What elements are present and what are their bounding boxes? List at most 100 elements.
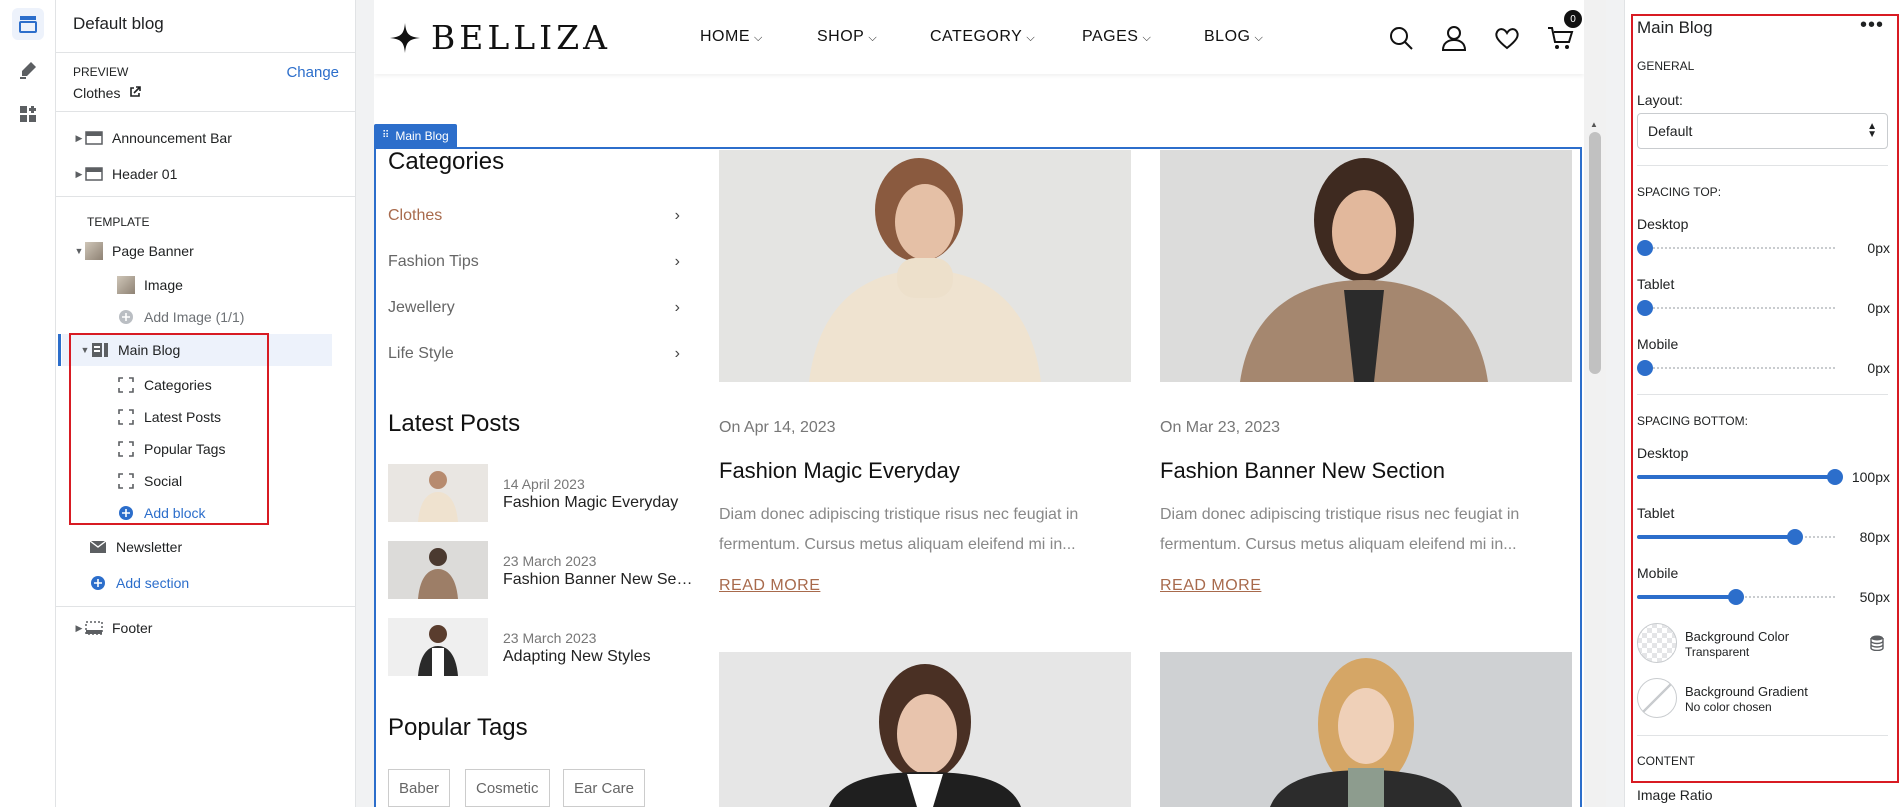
latest-post-item[interactable]: 14 April 2023 Fashion Magic Everyday xyxy=(388,464,688,522)
latest-post-date: 23 March 2023 xyxy=(503,553,597,569)
latest-post-title: Fashion Magic Everyday xyxy=(503,494,679,511)
preview-value[interactable]: Clothes xyxy=(73,85,142,101)
add-section-label: Add section xyxy=(116,575,190,591)
post-title[interactable]: Fashion Magic Everyday xyxy=(719,458,960,484)
tag-chip[interactable]: Baber xyxy=(388,769,451,807)
section-newsletter[interactable]: Newsletter xyxy=(56,531,356,563)
post-image[interactable] xyxy=(1160,150,1572,382)
chevron-down-icon: ⌵ xyxy=(868,32,878,44)
wishlist-heart-icon[interactable] xyxy=(1493,24,1521,52)
preview-canvas: BELLIZA HOME ⌵ SHOP ⌵ CATEGORY ⌵ PAGES ⌵ BLO… xyxy=(356,0,1624,807)
section-icon xyxy=(84,164,104,184)
expand-caret-icon[interactable]: ▶ xyxy=(74,623,84,634)
left-rail xyxy=(0,0,56,807)
block-image[interactable]: Image xyxy=(56,269,356,301)
settings-panel: Main Blog ••• GENERAL Layout: Default ▲ ▼ … xyxy=(1624,0,1904,807)
search-icon[interactable] xyxy=(1387,24,1415,52)
section-page-banner[interactable]: ▼ Page Banner xyxy=(56,235,356,267)
store-logo[interactable]: BELLIZA xyxy=(389,18,611,57)
latest-post-item[interactable]: 23 March 2023 Adapting New Styles xyxy=(388,618,688,676)
scroll-thumb[interactable] xyxy=(1589,132,1601,374)
section-icon xyxy=(84,128,104,148)
template-group-label: TEMPLATE xyxy=(87,215,150,229)
category-link[interactable]: Life Style › xyxy=(388,339,688,369)
chevron-right-icon: › xyxy=(674,253,680,270)
nav-shop[interactable]: SHOP ⌵ xyxy=(817,28,877,46)
sparkle-logo-icon xyxy=(390,22,420,53)
post-title[interactable]: Fashion Banner New Section xyxy=(1160,458,1445,484)
expand-caret-icon[interactable]: ▶ xyxy=(74,169,84,180)
section-announcement-bar[interactable]: ▶ Announcement Bar xyxy=(56,122,356,154)
preview-scrollbar[interactable]: ▲ xyxy=(1584,0,1606,807)
post-date: On Apr 14, 2023 xyxy=(719,419,836,436)
drag-handle-icon: ⠿ xyxy=(382,130,390,141)
add-section-button[interactable]: Add section xyxy=(56,567,356,599)
chevron-down-icon: ⌵ xyxy=(1142,32,1152,44)
read-more-link[interactable]: READ MORE xyxy=(1160,577,1261,595)
template-title: Default blog xyxy=(73,14,164,33)
chevron-down-icon: ⌵ xyxy=(1254,32,1264,44)
post-image[interactable] xyxy=(719,652,1131,807)
section-header-01[interactable]: ▶ Header 01 xyxy=(56,158,356,190)
highlight-box xyxy=(69,333,269,525)
external-link-icon xyxy=(130,86,142,97)
add-image-button[interactable]: Add Image (1/1) xyxy=(56,301,356,333)
nav-blog[interactable]: BLOG ⌵ xyxy=(1204,28,1263,46)
nav-category[interactable]: CATEGORY ⌵ xyxy=(930,28,1035,46)
section-label: Page Banner xyxy=(112,243,194,259)
footer-icon xyxy=(84,618,104,638)
selected-indicator xyxy=(58,334,61,366)
section-footer[interactable]: ▶ Footer xyxy=(56,612,356,644)
latest-post-item[interactable]: 23 March 2023 Fashion Banner New Sec... xyxy=(388,541,693,599)
post-date: On Mar 23, 2023 xyxy=(1160,419,1281,436)
cart-count-badge: 0 xyxy=(1564,10,1582,28)
chevron-down-icon: ⌵ xyxy=(754,32,763,44)
category-link[interactable]: Jewellery › xyxy=(388,293,688,323)
latest-post-date: 23 March 2023 xyxy=(503,630,597,646)
categories-heading: Categories xyxy=(388,148,505,175)
highlight-box xyxy=(1631,14,1899,783)
change-preview-link[interactable]: Change xyxy=(286,64,339,81)
post-image[interactable] xyxy=(1160,652,1572,807)
tag-chip[interactable]: Ear Care xyxy=(563,769,646,807)
category-link[interactable]: Fashion Tips › xyxy=(388,247,688,277)
image-thumbnail-icon xyxy=(116,275,136,295)
expand-caret-icon[interactable]: ▶ xyxy=(74,133,84,144)
collapse-caret-icon[interactable]: ▼ xyxy=(74,246,84,256)
theme-settings-icon[interactable] xyxy=(12,54,44,86)
section-label: Newsletter xyxy=(116,539,183,555)
image-ratio-label: Image Ratio xyxy=(1637,787,1713,803)
nav-pages[interactable]: PAGES ⌵ xyxy=(1082,28,1151,46)
chevron-right-icon: › xyxy=(674,345,680,362)
chevron-right-icon: › xyxy=(674,207,680,224)
account-icon[interactable] xyxy=(1440,24,1468,52)
latest-post-date: 14 April 2023 xyxy=(503,476,585,492)
scroll-up-arrow-icon[interactable]: ▲ xyxy=(1590,120,1598,129)
section-label: Announcement Bar xyxy=(112,130,232,146)
read-more-link[interactable]: READ MORE xyxy=(719,577,820,595)
latest-post-title: Adapting New Styles xyxy=(503,648,651,665)
sections-icon[interactable] xyxy=(12,8,44,40)
nav-home[interactable]: HOME ⌵ xyxy=(700,28,763,46)
section-tag-main-blog[interactable]: ⠿ Main Blog xyxy=(374,124,457,147)
post-excerpt: Diam donec adipiscing tristique risus ne… xyxy=(719,506,1079,553)
post-thumbnail xyxy=(388,541,488,599)
post-excerpt: Diam donec adipiscing tristique risus ne… xyxy=(1160,506,1520,553)
block-label: Image xyxy=(144,277,183,293)
category-link[interactable]: Clothes › xyxy=(388,201,688,231)
image-thumbnail-icon xyxy=(84,241,104,261)
cart-icon[interactable] xyxy=(1546,24,1574,52)
store-header: BELLIZA HOME ⌵ SHOP ⌵ CATEGORY ⌵ PAGES ⌵ BLO… xyxy=(374,0,1584,74)
sections-sidebar: Default blog PREVIEW Change Clothes ▶ An… xyxy=(56,0,356,807)
popular-tags-heading: Popular Tags xyxy=(388,714,528,741)
add-image-label: Add Image (1/1) xyxy=(144,309,245,325)
preview-selector: PREVIEW Change Clothes xyxy=(56,52,356,112)
chevron-down-icon: ⌵ xyxy=(1026,32,1036,44)
section-label: Footer xyxy=(112,620,153,636)
apps-icon[interactable] xyxy=(12,98,44,130)
latest-posts-heading: Latest Posts xyxy=(388,410,521,437)
mail-icon xyxy=(88,537,108,557)
tag-chip[interactable]: Cosmetic xyxy=(465,769,550,807)
post-image[interactable] xyxy=(719,150,1131,382)
preview-label: PREVIEW xyxy=(73,65,129,79)
